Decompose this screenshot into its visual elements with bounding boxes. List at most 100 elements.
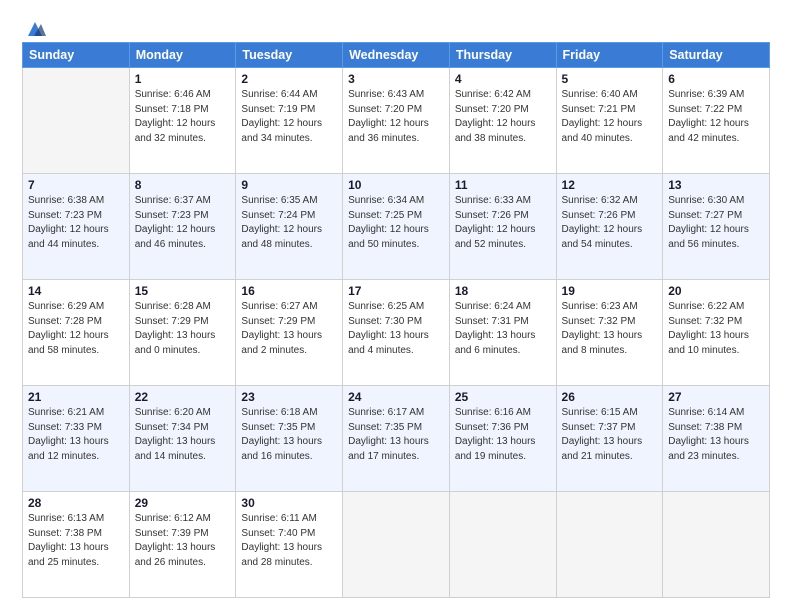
calendar-cell: 21 Sunrise: 6:21 AM Sunset: 7:33 PM Dayli…	[23, 386, 130, 492]
calendar-week-row: 7 Sunrise: 6:38 AM Sunset: 7:23 PM Daylig…	[23, 174, 770, 280]
day-number: 22	[135, 390, 231, 404]
calendar-cell: 23 Sunrise: 6:18 AM Sunset: 7:35 PM Dayli…	[236, 386, 343, 492]
weekday-header-friday: Friday	[556, 43, 663, 68]
calendar-header-row: SundayMondayTuesdayWednesdayThursdayFrid…	[23, 43, 770, 68]
logo	[22, 18, 46, 32]
calendar-cell	[343, 492, 450, 598]
day-number: 11	[455, 178, 551, 192]
calendar-cell: 28Sunrise: 6:13 AM Sunset: 7:38 PM Dayli…	[23, 492, 130, 598]
day-number: 14	[28, 284, 124, 298]
day-number: 6	[668, 72, 764, 86]
day-info: Sunrise: 6:14 AM Sunset: 7:38 PM Dayligh…	[668, 406, 764, 464]
page: SundayMondayTuesdayWednesdayThursdayFrid…	[0, 0, 792, 612]
calendar-cell: 5 Sunrise: 6:40 AM Sunset: 7:21 PM Daylig…	[556, 68, 663, 174]
calendar-cell: 22 Sunrise: 6:20 AM Sunset: 7:34 PM Dayli…	[129, 386, 236, 492]
calendar-cell: 9 Sunrise: 6:35 AM Sunset: 7:24 PM Daylig…	[236, 174, 343, 280]
day-info: Sunrise: 6:34 AM Sunset: 7:25 PM Dayligh…	[348, 194, 444, 252]
day-number: 4	[455, 72, 551, 86]
day-number: 3	[348, 72, 444, 86]
weekday-header-monday: Monday	[129, 43, 236, 68]
day-info: Sunrise: 6:40 AM Sunset: 7:21 PM Dayligh…	[562, 88, 658, 146]
calendar-cell: 2Sunrise: 6:44 AM Sunset: 7:19 PM Daylig…	[236, 68, 343, 174]
calendar-cell: 4Sunrise: 6:42 AM Sunset: 7:20 PM Daylig…	[449, 68, 556, 174]
day-number: 20	[668, 284, 764, 298]
calendar-cell: 12 Sunrise: 6:32 AM Sunset: 7:26 PM Dayli…	[556, 174, 663, 280]
calendar-cell: 30Sunrise: 6:11 AM Sunset: 7:40 PM Dayli…	[236, 492, 343, 598]
day-info: Sunrise: 6:38 AM Sunset: 7:23 PM Dayligh…	[28, 194, 124, 252]
weekday-header-wednesday: Wednesday	[343, 43, 450, 68]
calendar-cell: 18Sunrise: 6:24 AM Sunset: 7:31 PM Dayli…	[449, 280, 556, 386]
day-info: Sunrise: 6:33 AM Sunset: 7:26 PM Dayligh…	[455, 194, 551, 252]
day-number: 5	[562, 72, 658, 86]
calendar-cell: 14Sunrise: 6:29 AM Sunset: 7:28 PM Dayli…	[23, 280, 130, 386]
day-number: 24	[348, 390, 444, 404]
calendar-cell: 20 Sunrise: 6:22 AM Sunset: 7:32 PM Dayli…	[663, 280, 770, 386]
day-info: Sunrise: 6:27 AM Sunset: 7:29 PM Dayligh…	[241, 300, 337, 358]
day-number: 23	[241, 390, 337, 404]
day-info: Sunrise: 6:35 AM Sunset: 7:24 PM Dayligh…	[241, 194, 337, 252]
day-info: Sunrise: 6:32 AM Sunset: 7:26 PM Dayligh…	[562, 194, 658, 252]
day-number: 8	[135, 178, 231, 192]
day-info: Sunrise: 6:43 AM Sunset: 7:20 PM Dayligh…	[348, 88, 444, 146]
day-info: Sunrise: 6:13 AM Sunset: 7:38 PM Dayligh…	[28, 512, 124, 570]
day-number: 29	[135, 496, 231, 510]
calendar-cell: 16 Sunrise: 6:27 AM Sunset: 7:29 PM Dayli…	[236, 280, 343, 386]
calendar-cell: 27Sunrise: 6:14 AM Sunset: 7:38 PM Dayli…	[663, 386, 770, 492]
day-number: 19	[562, 284, 658, 298]
calendar-cell: 6 Sunrise: 6:39 AM Sunset: 7:22 PM Daylig…	[663, 68, 770, 174]
day-info: Sunrise: 6:20 AM Sunset: 7:34 PM Dayligh…	[135, 406, 231, 464]
calendar-week-row: 28Sunrise: 6:13 AM Sunset: 7:38 PM Dayli…	[23, 492, 770, 598]
day-number: 16	[241, 284, 337, 298]
weekday-header-sunday: Sunday	[23, 43, 130, 68]
calendar-cell: 1Sunrise: 6:46 AM Sunset: 7:18 PM Daylig…	[129, 68, 236, 174]
day-number: 30	[241, 496, 337, 510]
header	[22, 18, 770, 32]
calendar-cell: 7 Sunrise: 6:38 AM Sunset: 7:23 PM Daylig…	[23, 174, 130, 280]
day-info: Sunrise: 6:46 AM Sunset: 7:18 PM Dayligh…	[135, 88, 231, 146]
calendar-week-row: 1Sunrise: 6:46 AM Sunset: 7:18 PM Daylig…	[23, 68, 770, 174]
calendar-cell: 29 Sunrise: 6:12 AM Sunset: 7:39 PM Dayli…	[129, 492, 236, 598]
day-number: 25	[455, 390, 551, 404]
calendar-cell: 15 Sunrise: 6:28 AM Sunset: 7:29 PM Dayli…	[129, 280, 236, 386]
logo-icon	[24, 18, 46, 40]
calendar-cell: 11 Sunrise: 6:33 AM Sunset: 7:26 PM Dayli…	[449, 174, 556, 280]
weekday-header-saturday: Saturday	[663, 43, 770, 68]
calendar-cell: 8 Sunrise: 6:37 AM Sunset: 7:23 PM Daylig…	[129, 174, 236, 280]
day-info: Sunrise: 6:21 AM Sunset: 7:33 PM Dayligh…	[28, 406, 124, 464]
day-number: 26	[562, 390, 658, 404]
day-info: Sunrise: 6:28 AM Sunset: 7:29 PM Dayligh…	[135, 300, 231, 358]
day-info: Sunrise: 6:17 AM Sunset: 7:35 PM Dayligh…	[348, 406, 444, 464]
day-info: Sunrise: 6:23 AM Sunset: 7:32 PM Dayligh…	[562, 300, 658, 358]
calendar-table: SundayMondayTuesdayWednesdayThursdayFrid…	[22, 42, 770, 598]
calendar-cell	[556, 492, 663, 598]
day-number: 17	[348, 284, 444, 298]
calendar-week-row: 21 Sunrise: 6:21 AM Sunset: 7:33 PM Dayli…	[23, 386, 770, 492]
calendar-cell: 3 Sunrise: 6:43 AM Sunset: 7:20 PM Daylig…	[343, 68, 450, 174]
day-info: Sunrise: 6:16 AM Sunset: 7:36 PM Dayligh…	[455, 406, 551, 464]
day-info: Sunrise: 6:22 AM Sunset: 7:32 PM Dayligh…	[668, 300, 764, 358]
calendar-cell: 17 Sunrise: 6:25 AM Sunset: 7:30 PM Dayli…	[343, 280, 450, 386]
day-info: Sunrise: 6:25 AM Sunset: 7:30 PM Dayligh…	[348, 300, 444, 358]
calendar-cell	[23, 68, 130, 174]
day-number: 21	[28, 390, 124, 404]
day-number: 12	[562, 178, 658, 192]
weekday-header-tuesday: Tuesday	[236, 43, 343, 68]
calendar-cell: 13 Sunrise: 6:30 AM Sunset: 7:27 PM Dayli…	[663, 174, 770, 280]
day-info: Sunrise: 6:18 AM Sunset: 7:35 PM Dayligh…	[241, 406, 337, 464]
day-number: 15	[135, 284, 231, 298]
day-number: 18	[455, 284, 551, 298]
weekday-header-thursday: Thursday	[449, 43, 556, 68]
day-info: Sunrise: 6:37 AM Sunset: 7:23 PM Dayligh…	[135, 194, 231, 252]
day-number: 10	[348, 178, 444, 192]
calendar-cell	[449, 492, 556, 598]
day-info: Sunrise: 6:30 AM Sunset: 7:27 PM Dayligh…	[668, 194, 764, 252]
day-info: Sunrise: 6:12 AM Sunset: 7:39 PM Dayligh…	[135, 512, 231, 570]
day-info: Sunrise: 6:39 AM Sunset: 7:22 PM Dayligh…	[668, 88, 764, 146]
day-number: 7	[28, 178, 124, 192]
calendar-cell: 19 Sunrise: 6:23 AM Sunset: 7:32 PM Dayli…	[556, 280, 663, 386]
day-number: 13	[668, 178, 764, 192]
day-info: Sunrise: 6:15 AM Sunset: 7:37 PM Dayligh…	[562, 406, 658, 464]
day-number: 9	[241, 178, 337, 192]
day-info: Sunrise: 6:44 AM Sunset: 7:19 PM Dayligh…	[241, 88, 337, 146]
calendar-cell: 26 Sunrise: 6:15 AM Sunset: 7:37 PM Dayli…	[556, 386, 663, 492]
